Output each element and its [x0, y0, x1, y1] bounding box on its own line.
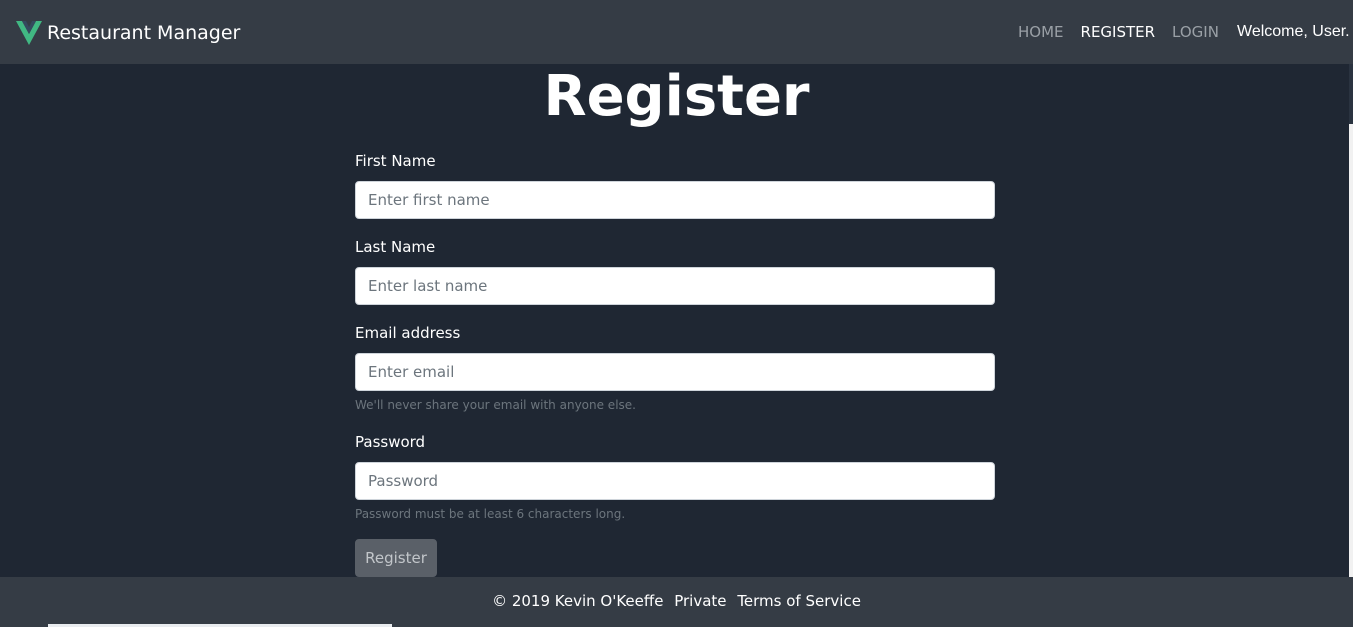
password-label: Password — [355, 433, 426, 451]
email-label: Email address — [355, 324, 461, 342]
page-title: Register — [543, 64, 810, 129]
navbar: Restaurant Manager HOME REGISTER LOGIN W… — [0, 0, 1353, 64]
last-name-group: Last Name — [355, 236, 995, 305]
first-name-label: First Name — [355, 152, 436, 170]
footer-terms-link[interactable]: Terms of Service — [737, 592, 861, 610]
first-name-input[interactable] — [355, 181, 995, 219]
nav-link-login[interactable]: LOGIN — [1172, 23, 1219, 41]
nav-link-register[interactable]: REGISTER — [1081, 23, 1156, 41]
brand[interactable]: Restaurant Manager — [16, 20, 240, 46]
password-help-text: Password must be at least 6 characters l… — [355, 507, 626, 521]
email-group: Email address We'll never share your ema… — [355, 322, 995, 412]
vue-logo-icon — [16, 21, 42, 45]
password-group: Password Password must be at least 6 cha… — [355, 431, 995, 521]
email-input[interactable] — [355, 353, 995, 391]
footer: © 2019 Kevin O'Keeffe Private Terms of S… — [0, 577, 1353, 627]
password-input[interactable] — [355, 462, 995, 500]
welcome-message: Welcome, User. — [1237, 23, 1350, 40]
nav-link-home[interactable]: HOME — [1018, 23, 1064, 41]
footer-copyright: © 2019 Kevin O'Keeffe — [492, 592, 664, 610]
first-name-group: First Name — [355, 150, 995, 219]
footer-privacy-link[interactable]: Private — [674, 592, 726, 610]
register-button[interactable]: Register — [355, 539, 437, 577]
nav-links: HOME REGISTER LOGIN — [1018, 23, 1219, 41]
scrollbar-track[interactable] — [1349, 64, 1353, 577]
brand-name: Restaurant Manager — [47, 22, 241, 44]
email-help-text: We'll never share your email with anyone… — [355, 398, 636, 412]
last-name-label: Last Name — [355, 238, 436, 256]
last-name-input[interactable] — [355, 267, 995, 305]
